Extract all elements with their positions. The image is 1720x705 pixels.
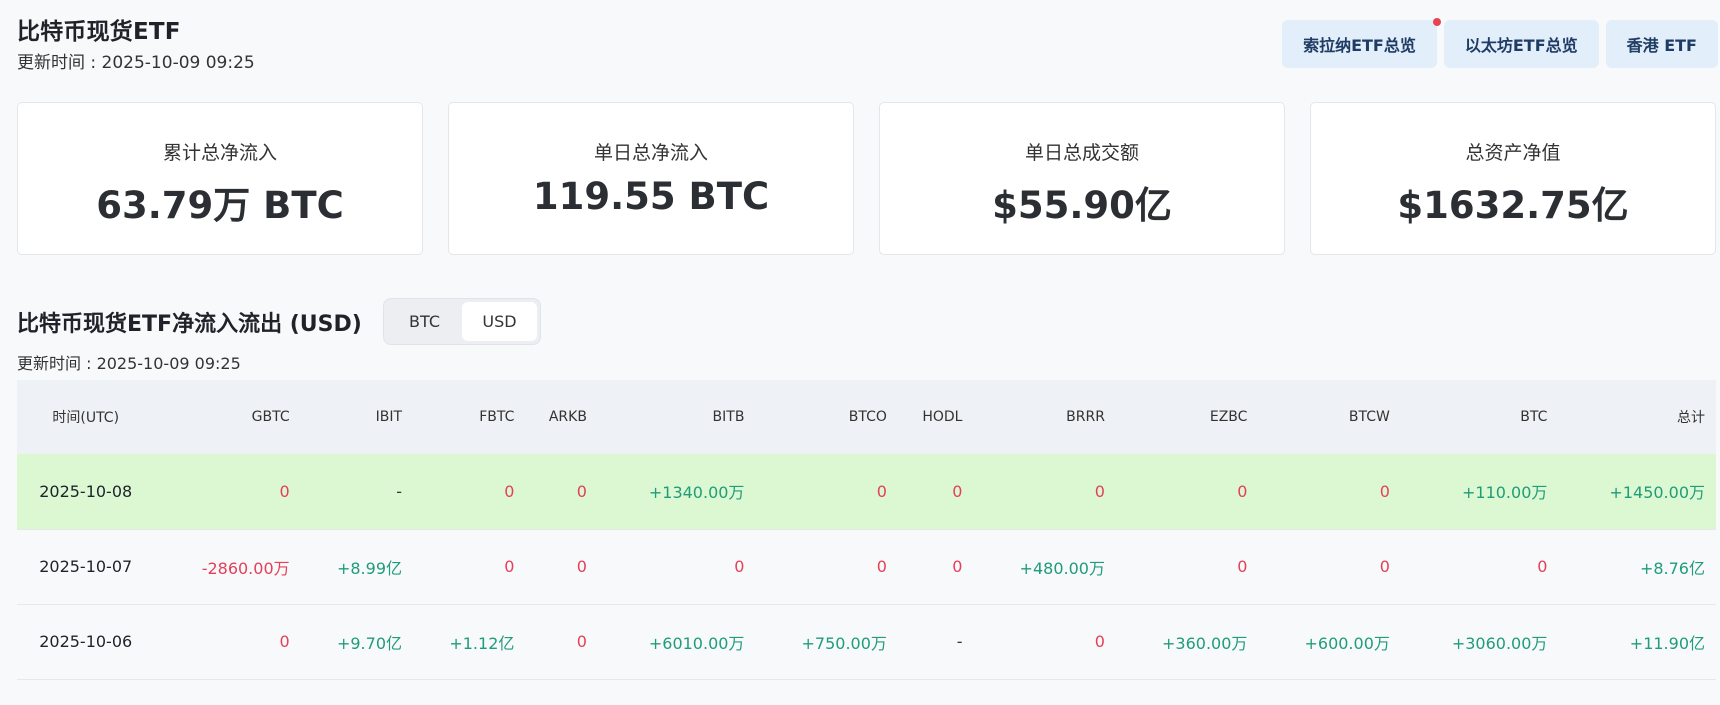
table-cell-value: -2860.00万 bbox=[201, 558, 290, 578]
table-cell-value: +6010.00万 bbox=[648, 633, 745, 653]
stat-label: 累计总净流入 bbox=[162, 142, 277, 164]
page-title: 比特币现货ETF bbox=[17, 19, 181, 45]
notification-dot-icon bbox=[1432, 18, 1441, 26]
column-header: 时间(UTC) bbox=[52, 410, 120, 426]
flows-table: 时间(UTC) GBTC IBIT FBTC ARKB BITB BTCO HODL BRRR E… bbox=[17, 380, 1716, 680]
table-cell-value: 0 bbox=[504, 557, 515, 576]
table-cell-value: 0 bbox=[1237, 557, 1248, 576]
table-cell-value: 0 bbox=[576, 557, 587, 576]
table-cell-value: 0 bbox=[734, 557, 745, 576]
table-cell-value: +1.12亿 bbox=[449, 633, 515, 653]
table-cell-value: +8.76亿 bbox=[1639, 558, 1705, 578]
table-row: 2025-10-08 0 - 0 0 +1340.00万 0 0 0 0 0 +110.00万 +145… bbox=[17, 454, 1716, 529]
toggle-option-usd[interactable]: USD bbox=[462, 302, 537, 341]
table-cell-value: +600.00万 bbox=[1304, 633, 1390, 653]
column-header: 总计 bbox=[1677, 410, 1705, 426]
flows-updated-time: 更新时间 : 2025-10-09 09:25 bbox=[17, 354, 241, 373]
unit-toggle: BTC USD bbox=[383, 298, 541, 345]
table-cell-value: +480.00万 bbox=[1019, 558, 1105, 578]
table-cell-value: 0 bbox=[504, 481, 515, 501]
table-cell-value: - bbox=[956, 632, 963, 651]
nav-button-ethereum-etf[interactable]: 以太坊ETF总览 bbox=[1443, 20, 1599, 68]
column-header: BTCO bbox=[848, 409, 887, 425]
nav-button-hongkong-etf[interactable]: 香港 ETF bbox=[1605, 20, 1718, 68]
nav-button-label: 索拉纳ETF总览 bbox=[1303, 36, 1416, 55]
table-header-row: 时间(UTC) GBTC IBIT FBTC ARKB BITB BTCO HODL BRRR E… bbox=[17, 380, 1716, 454]
table-cell-value: +110.00万 bbox=[1461, 483, 1548, 503]
table-cell-value: - bbox=[396, 481, 403, 501]
column-header: FBTC bbox=[479, 409, 515, 425]
table-cell-value: 0 bbox=[576, 481, 587, 501]
column-header: BRRR bbox=[1066, 409, 1105, 425]
nav-button-solana-etf[interactable]: 索拉纳ETF总览 bbox=[1282, 18, 1441, 68]
table-cell-value: +8.99亿 bbox=[336, 558, 403, 578]
column-header: BITB bbox=[712, 409, 745, 425]
stat-value: $55.90亿 bbox=[992, 184, 1172, 227]
table-cell-value: 0 bbox=[1537, 557, 1548, 576]
table-cell-value: 0 bbox=[1237, 481, 1248, 501]
table-cell-date: 2025-10-08 bbox=[39, 481, 133, 501]
table-cell-value: 0 bbox=[876, 557, 887, 576]
table-cell-value: 0 bbox=[1379, 481, 1390, 501]
stat-card-total-nav: 总资产净值 $1632.75亿 bbox=[1310, 102, 1716, 255]
column-header: GBTC bbox=[251, 409, 290, 425]
toggle-option-btc[interactable]: BTC bbox=[387, 302, 462, 341]
stat-card-cumulative-inflow: 累计总净流入 63.79万 BTC bbox=[17, 102, 423, 255]
nav-button-label: 香港 ETF bbox=[1626, 36, 1697, 55]
table-row: 2025-10-06 0 +9.70亿 +1.12亿 0 +6010.00万 +750.00… bbox=[17, 604, 1716, 679]
column-header: ARKB bbox=[548, 409, 587, 425]
table-cell-value: 0 bbox=[952, 481, 963, 501]
table-cell-value: +750.00万 bbox=[801, 633, 887, 653]
column-header: BTCW bbox=[1348, 409, 1390, 425]
table-cell-value: +11.90亿 bbox=[1629, 633, 1705, 653]
table-cell-value: 0 bbox=[952, 557, 963, 576]
table-cell-value: 0 bbox=[279, 481, 290, 501]
column-header: HODL bbox=[922, 409, 963, 425]
stat-value: 63.79万 BTC bbox=[96, 184, 344, 227]
table-cell-date: 2025-10-07 bbox=[39, 557, 133, 576]
table-cell-value: 0 bbox=[1094, 632, 1105, 651]
table-cell-value: +1340.00万 bbox=[648, 483, 745, 503]
table-cell-value: 0 bbox=[576, 632, 587, 651]
stat-label: 单日总成交额 bbox=[1024, 142, 1139, 164]
column-header: EZBC bbox=[1209, 409, 1248, 425]
stat-label: 单日总净流入 bbox=[593, 142, 708, 164]
table-cell-date: 2025-10-06 bbox=[39, 632, 133, 651]
table-cell-value: 0 bbox=[1379, 557, 1390, 576]
column-header: BTC bbox=[1520, 409, 1548, 425]
table-cell-value: 0 bbox=[876, 481, 887, 501]
top-nav: 索拉纳ETF总览 以太坊ETF总览 香港 ETF bbox=[1282, 18, 1718, 68]
table-cell-value: 0 bbox=[1094, 481, 1105, 501]
nav-button-label: 以太坊ETF总览 bbox=[1464, 36, 1578, 55]
table-cell-value: +360.00万 bbox=[1162, 633, 1248, 653]
stat-value: $1632.75亿 bbox=[1397, 184, 1629, 227]
stat-card-daily-inflow: 单日总净流入 119.55 BTC bbox=[448, 102, 854, 255]
flows-section-title: 比特币现货ETF净流入流出 (USD) bbox=[17, 312, 362, 337]
stat-card-daily-volume: 单日总成交额 $55.90亿 bbox=[879, 102, 1285, 255]
table-row: 2025-10-07 -2860.00万 +8.99亿 0 0 0 0 0 +480.00万 0 0… bbox=[17, 529, 1716, 604]
table-cell-value: +9.70亿 bbox=[336, 633, 403, 653]
stats-row: 累计总净流入 63.79万 BTC 单日总净流入 119.55 BTC 单日总成… bbox=[17, 102, 1716, 255]
stat-value: 119.55 BTC bbox=[532, 175, 770, 218]
page-updated-time: 更新时间 : 2025-10-09 09:25 bbox=[17, 53, 255, 73]
table-cell-value: +3060.00万 bbox=[1451, 633, 1548, 653]
column-header: IBIT bbox=[375, 409, 403, 425]
table-cell-value: 0 bbox=[279, 632, 290, 651]
stat-label: 总资产净值 bbox=[1465, 142, 1561, 164]
table-body: 2025-10-08 0 - 0 0 +1340.00万 0 0 0 0 0 +110.00万 +145… bbox=[17, 454, 1716, 679]
table-cell-value: +1450.00万 bbox=[1609, 483, 1705, 503]
